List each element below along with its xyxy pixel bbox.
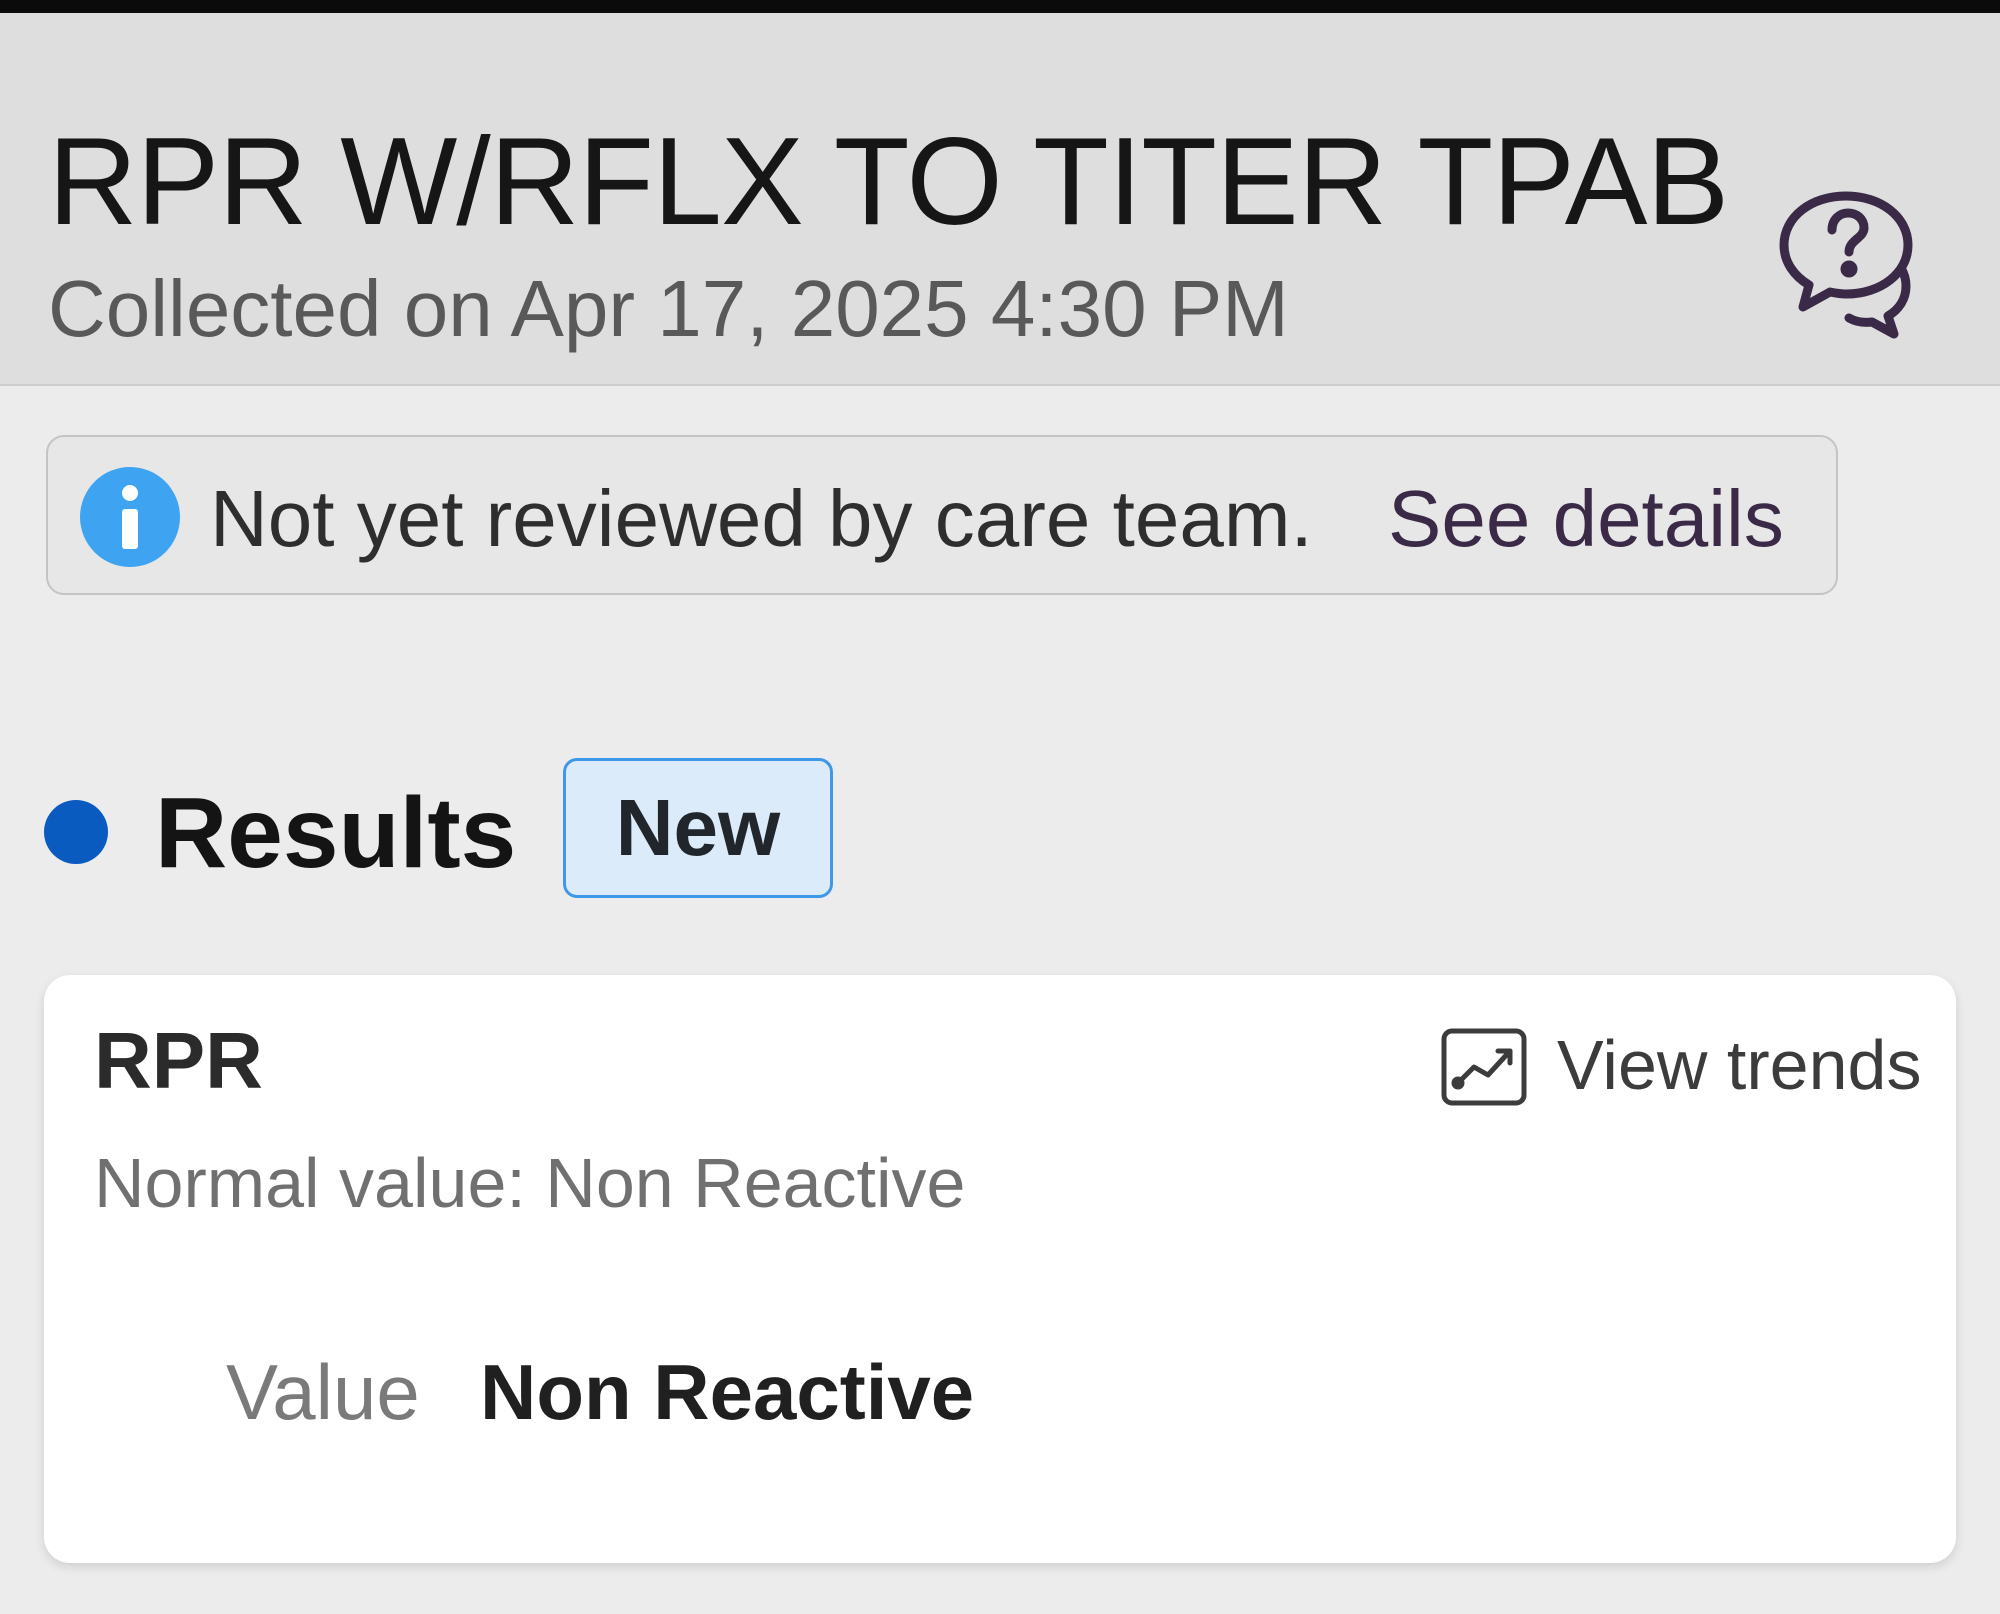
trend-chart-icon	[1440, 1027, 1528, 1107]
normal-value-range: Normal value: Non Reactive	[94, 1144, 966, 1222]
see-details-link[interactable]: See details	[1388, 473, 1784, 565]
status-bar	[0, 0, 2000, 13]
results-heading: Results	[155, 777, 517, 889]
new-badge: New	[563, 758, 833, 898]
result-value: Non Reactive	[480, 1348, 975, 1436]
result-card: RPR View trends Normal value: Non Reacti…	[44, 975, 1956, 1563]
value-label: Value	[226, 1348, 420, 1436]
collected-date: Collected on Apr 17, 2025 4:30 PM	[48, 264, 1289, 353]
question-chat-bubbles-icon[interactable]	[1770, 188, 1930, 348]
page-title: RPR W/RFLX TO TITER TPAB	[48, 113, 1729, 251]
result-test-name: RPR	[94, 1016, 263, 1105]
page-header: RPR W/RFLX TO TITER TPAB Collected on Ap…	[0, 13, 2000, 386]
results-indicator-dot	[44, 800, 108, 864]
review-message: Not yet reviewed by care team.	[210, 474, 1313, 563]
review-status-banner: Not yet reviewed by care team. See detai…	[46, 435, 1838, 595]
info-icon	[80, 467, 180, 567]
view-trends-label: View trends	[1557, 1026, 1922, 1104]
